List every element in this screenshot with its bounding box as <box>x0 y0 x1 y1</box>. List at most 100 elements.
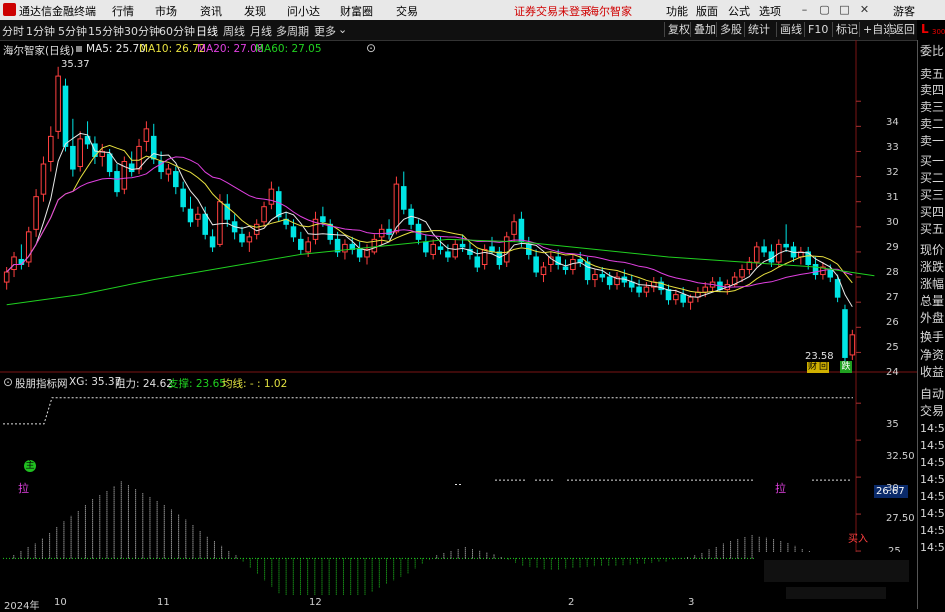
panel-weibi[interactable]: 委比 <box>920 42 944 59</box>
period-15min[interactable]: 15分钟 <box>88 23 124 39</box>
restore-icon[interactable]: ▢ <box>817 2 832 17</box>
panel-trade[interactable]: 交易 <box>920 402 944 419</box>
period-multi[interactable]: 多周期 <box>276 23 309 39</box>
panel-buy1[interactable]: 买一 <box>920 152 944 169</box>
panel-buy2[interactable]: 买二 <box>920 169 944 186</box>
menu-wenxiaoda[interactable]: 问小达 <box>287 3 320 19</box>
y-tick-32: 32 <box>886 167 899 178</box>
period-week[interactable]: 周线 <box>223 23 245 39</box>
period-1min[interactable]: 1分钟 <box>26 23 55 39</box>
panel-buy3[interactable]: 买三 <box>920 186 944 203</box>
candle-body <box>577 258 584 263</box>
candle-body <box>11 256 17 271</box>
panel-time-4: 14:56 <box>920 473 945 486</box>
candle-body <box>606 276 613 286</box>
ind-y-tick-30: 30 <box>886 483 899 494</box>
candle-body <box>584 261 591 281</box>
period-30min[interactable]: 30分钟 <box>124 23 160 39</box>
legend-ma10: MA10: 26.72 <box>139 43 206 55</box>
btn-biaoji[interactable]: 标记 <box>832 22 861 37</box>
low-price-label: 23.58 <box>805 351 834 362</box>
badge-cai[interactable]: 财 <box>807 362 818 373</box>
candle-body <box>143 128 150 142</box>
indicator-collapse-icon[interactable]: ⊙ <box>3 375 13 389</box>
level-badge: L 300 <box>917 20 945 40</box>
candle-body <box>261 206 267 223</box>
menu-gongneng[interactable]: 功能 <box>666 3 688 19</box>
candle-body <box>540 266 547 276</box>
menu-shichang[interactable]: 市场 <box>155 3 177 19</box>
candle-body <box>702 286 709 293</box>
panel-earning: 收益 <box>920 365 945 379</box>
candle-body <box>592 274 598 281</box>
period-day[interactable]: 日线 <box>196 23 218 39</box>
panel-change-pct: 涨幅 <box>920 277 945 291</box>
legend-collapse-icon[interactable]: ⊙ <box>366 41 376 55</box>
candle-body <box>643 286 650 293</box>
quote-side-panel: 委比 卖五 卖四 卖三 卖二 卖一 买一 买二 买三 买四 买五 现价 涨跌 涨… <box>917 40 945 609</box>
candle-body <box>180 188 186 208</box>
panel-auto[interactable]: 自动 <box>920 385 944 402</box>
kline-chart[interactable] <box>0 40 917 373</box>
candle-body <box>665 289 672 301</box>
candle-body <box>445 251 451 258</box>
minimize-icon[interactable]: – <box>797 2 812 17</box>
candle-body <box>827 269 834 278</box>
btn-huaxian[interactable]: 画线 <box>776 22 805 37</box>
candle-body <box>812 263 819 276</box>
btn-back[interactable]: 返回 <box>889 22 918 37</box>
menu-xuanxiang[interactable]: 选项 <box>759 3 781 19</box>
menu-caifuquan[interactable]: 财富圈 <box>340 3 373 19</box>
close-icon[interactable]: ✕ <box>857 2 872 17</box>
period-more-dropdown-icon[interactable]: ⌄ <box>338 23 347 36</box>
period-5min[interactable]: 5分钟 <box>58 23 87 39</box>
ind-y-tick-27-5: 27.50 <box>886 513 915 524</box>
menu-banmian[interactable]: 版面 <box>696 3 718 19</box>
candle-body <box>320 216 326 223</box>
panel-sell5[interactable]: 卖五 <box>920 65 944 82</box>
login-notice[interactable]: 证券交易未登录 <box>514 3 591 19</box>
btn-fuquan[interactable]: 复权 <box>664 22 693 37</box>
period-60min[interactable]: 60分钟 <box>159 23 195 39</box>
badge-hui[interactable]: 回 <box>818 362 829 373</box>
legend-square-icon <box>76 46 82 52</box>
menu-hangqing[interactable]: 行情 <box>112 3 134 19</box>
x-label-12: 12 <box>309 597 322 608</box>
candle-body <box>636 286 642 293</box>
badge-die[interactable]: 跌 <box>840 361 852 373</box>
indicator-xg: XG: 35.37 <box>69 376 122 388</box>
ind-y-tick-32-5: 32.50 <box>886 451 915 462</box>
y-tick-27: 27 <box>886 292 899 303</box>
period-month[interactable]: 月线 <box>250 23 272 39</box>
menu-faxian[interactable]: 发现 <box>244 3 266 19</box>
user-label[interactable]: 游客 <box>893 3 915 19</box>
btn-diejia[interactable]: 叠加 <box>690 22 719 37</box>
panel-sell2[interactable]: 卖二 <box>920 115 944 132</box>
level-badge-sub: 300 <box>932 28 945 36</box>
level-badge-l: L <box>921 22 929 36</box>
period-fenshi[interactable]: 分时 <box>2 23 24 39</box>
panel-price: 现价 <box>920 243 945 257</box>
panel-sell1[interactable]: 卖一 <box>920 132 944 149</box>
candle-body <box>195 213 201 220</box>
candle-body <box>452 243 459 258</box>
btn-f10[interactable]: F10 <box>804 22 831 37</box>
panel-sell4[interactable]: 卖四 <box>920 81 944 98</box>
candle-body <box>305 241 311 253</box>
candle-body <box>673 294 679 301</box>
panel-buy5[interactable]: 买五 <box>920 220 944 237</box>
candle-body <box>239 233 245 243</box>
panel-buy4[interactable]: 买四 <box>920 203 944 220</box>
candle-body <box>511 221 517 235</box>
legend-ma20: MA20: 27.08 <box>197 43 264 55</box>
candle-body <box>48 135 54 163</box>
menu-zixun[interactable]: 资讯 <box>200 3 222 19</box>
btn-tongji[interactable]: 统计 <box>744 22 773 37</box>
period-more[interactable]: 更多 <box>314 23 336 39</box>
panel-sell3[interactable]: 卖三 <box>920 98 944 115</box>
menu-gongshi[interactable]: 公式 <box>728 3 750 19</box>
x-label-2: 2 <box>568 597 575 608</box>
menu-jiaoyi[interactable]: 交易 <box>396 3 418 19</box>
btn-duogu[interactable]: 多股 <box>716 22 745 37</box>
maximize-icon[interactable]: □ <box>837 2 852 17</box>
